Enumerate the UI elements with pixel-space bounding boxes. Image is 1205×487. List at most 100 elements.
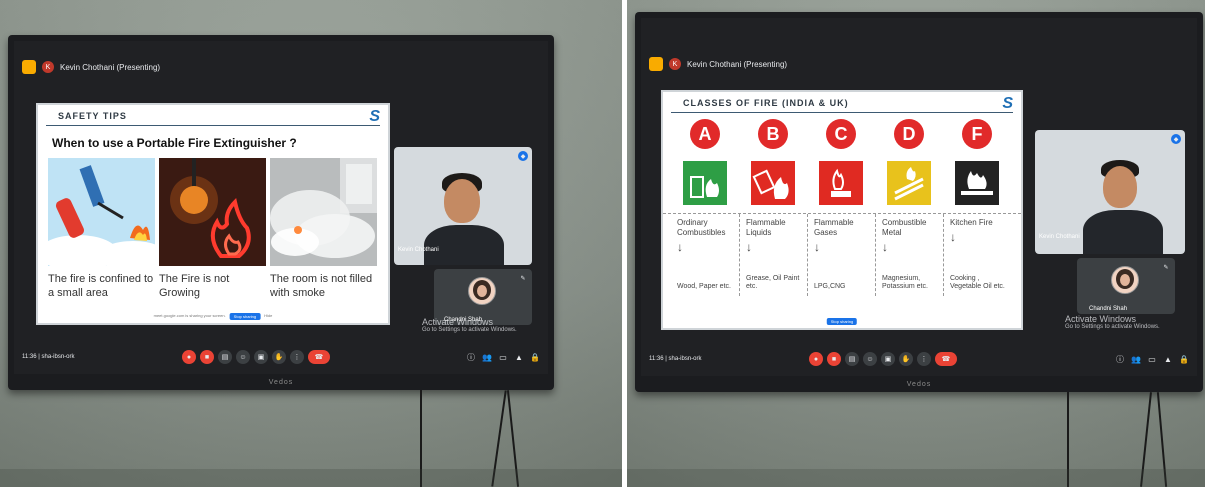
activate-windows-watermark: Activate Windows Go to Settings to activ… — [1065, 314, 1160, 330]
fire-class-row: A B C D F — [663, 113, 1021, 205]
stop-sharing-button[interactable]: Stop sharing — [229, 313, 261, 320]
fire-examples-d: Magnesium, Potassium etc. — [882, 274, 928, 291]
hang-up-icon[interactable]: ☎ — [308, 350, 330, 364]
more-options-icon[interactable]: ⋮ — [917, 352, 931, 366]
mic-toggle-icon[interactable]: ● — [182, 350, 196, 364]
pin-icon[interactable]: ◆ — [518, 151, 528, 161]
extinguisher-illustration-icon — [48, 158, 155, 266]
tips-row: The fire is confined to a small area The… — [38, 158, 388, 301]
fire-class-b: B — [739, 119, 807, 205]
speaker-name: Kevin Chothani — [1039, 234, 1080, 240]
chat-icon[interactable]: ▭ — [498, 352, 508, 362]
stop-sharing-button[interactable]: Stop sharing — [826, 318, 858, 325]
meet-app-icon — [22, 60, 36, 74]
presenter-label: Kevin Chothani (Presenting) — [687, 59, 788, 69]
down-arrow-icon: ↓ — [950, 230, 956, 244]
meeting-code: sha-ibsn-ork — [668, 356, 702, 362]
activate-windows-watermark: Activate Windows Go to Settings to activ… — [422, 317, 517, 333]
tv-screen: K Kevin Chothani (Presenting) SAFETY TIP… — [14, 41, 548, 374]
fire-letter-a: A — [690, 119, 720, 149]
metal-icon — [887, 161, 931, 205]
call-controls: ● ■ ▤ ☺ ▣ ✋ ⋮ ☎ — [182, 350, 330, 364]
more-options-icon[interactable]: ⋮ — [290, 350, 304, 364]
mic-toggle-icon[interactable]: ● — [809, 352, 823, 366]
fire-type-d: Combustible Metal — [882, 218, 927, 237]
self-avatar — [468, 277, 496, 305]
fire-type-b: Flammable Liquids — [746, 218, 786, 237]
info-icon[interactable]: ⓘ — [1115, 354, 1125, 364]
fire-examples-b: Grease, Oil Paint etc. — [746, 274, 800, 291]
activities-icon[interactable]: ▲ — [514, 352, 524, 362]
raise-hand-icon[interactable]: ✋ — [899, 352, 913, 366]
share-bar-text: meet.google.com is sharing your screen. — [153, 313, 226, 318]
activities-icon[interactable]: ▲ — [1163, 354, 1173, 364]
brand-logo-icon: S — [1002, 95, 1013, 112]
fire-neon-icon — [159, 158, 266, 266]
photo-left: K Kevin Chothani (Presenting) SAFETY TIP… — [0, 0, 622, 487]
fire-letter-c: C — [826, 119, 856, 149]
watermark-title: Activate Windows — [1065, 314, 1137, 324]
photo-right: K Kevin Chothani (Presenting) CLASSES OF… — [627, 0, 1205, 487]
chat-icon[interactable]: ▭ — [1147, 354, 1157, 364]
camera-toggle-icon[interactable]: ■ — [827, 352, 841, 366]
tip-3: The room is not filled with smoke — [270, 158, 377, 301]
fire-cell-c: Flammable Gases ↓ LPG,CNG — [807, 214, 875, 296]
raise-hand-icon[interactable]: ✋ — [272, 350, 286, 364]
self-name: Chandni Shah — [1089, 306, 1128, 312]
meeting-info: 11:36 | sha-ibsn-ork — [22, 354, 75, 360]
slide-subtitle: When to use a Portable Fire Extinguisher… — [52, 136, 297, 150]
presenter-label: Kevin Chothani (Presenting) — [60, 62, 161, 72]
share-bar: meet.google.com is sharing your screen. … — [153, 313, 272, 320]
meet-top-bar: K Kevin Chothani (Presenting) — [649, 54, 1189, 74]
emoji-icon[interactable]: ☺ — [863, 352, 877, 366]
slide-fire-classes: CLASSES OF FIRE (INDIA & UK) S A B C D F… — [661, 90, 1023, 330]
fire-class-a: A — [671, 119, 739, 205]
fire-cell-d: Combustible Metal ↓ Magnesium, Potassium… — [875, 214, 943, 296]
emoji-icon[interactable]: ☺ — [236, 350, 250, 364]
tip-1: The fire is confined to a small area — [48, 158, 155, 301]
host-controls-icon[interactable]: 🔒 — [530, 352, 540, 362]
hang-up-icon[interactable]: ☎ — [935, 352, 957, 366]
tv-frame: K Kevin Chothani (Presenting) CLASSES OF… — [635, 12, 1203, 392]
down-arrow-icon: ↓ — [746, 240, 752, 254]
fire-examples-c: LPG,CNG — [814, 283, 846, 291]
side-controls: ⓘ 👥 ▭ ▲ 🔒 — [466, 352, 540, 362]
fire-examples-f: Cooking , Vegetable Oil etc. — [950, 274, 1005, 291]
captions-icon[interactable]: ▤ — [218, 350, 232, 364]
meeting-time: 11:36 — [649, 356, 664, 362]
people-icon[interactable]: 👥 — [482, 352, 492, 362]
mic-off-icon[interactable]: ✎ — [1161, 262, 1171, 272]
fire-type-f: Kitchen Fire — [950, 218, 993, 227]
tip-2: The Fire is not Growing — [159, 158, 266, 301]
present-icon[interactable]: ▣ — [881, 352, 895, 366]
self-avatar — [1111, 266, 1139, 294]
host-controls-icon[interactable]: 🔒 — [1179, 354, 1189, 364]
meet-app-icon — [649, 57, 663, 71]
present-icon[interactable]: ▣ — [254, 350, 268, 364]
people-icon[interactable]: 👥 — [1131, 354, 1141, 364]
slide-safety-tips: SAFETY TIPS S When to use a Portable Fir… — [36, 103, 390, 325]
brand-logo-icon: S — [369, 108, 380, 125]
meeting-info: 11:36 | sha-ibsn-ork — [649, 356, 702, 362]
floor-area — [0, 469, 622, 487]
meeting-time: 11:36 — [22, 354, 37, 360]
fire-letter-b: B — [758, 119, 788, 149]
pin-icon[interactable]: ◆ — [1171, 134, 1181, 144]
hide-button[interactable]: Hide — [264, 313, 272, 320]
tip-1-text: The fire is confined to a small area — [48, 273, 154, 300]
floor-area — [627, 469, 1205, 487]
mic-off-icon[interactable]: ✎ — [518, 273, 528, 283]
tv-screen: K Kevin Chothani (Presenting) CLASSES OF… — [641, 18, 1197, 376]
self-tile: Chandni Shah ✎ — [1077, 258, 1175, 314]
info-icon[interactable]: ⓘ — [466, 352, 476, 362]
camera-toggle-icon[interactable]: ■ — [200, 350, 214, 364]
meet-bottom-bar: 11:36 | sha-ibsn-ork ● ■ ▤ ☺ ▣ ✋ ⋮ ☎ ⓘ 👥… — [22, 346, 540, 368]
kitchen-icon — [955, 161, 999, 205]
presenter-avatar: K — [42, 61, 54, 73]
fire-letter-d: D — [894, 119, 924, 149]
fire-class-f: F — [943, 119, 1011, 205]
fire-cell-f: Kitchen Fire ↓ Cooking , Vegetable Oil e… — [943, 214, 1011, 296]
captions-icon[interactable]: ▤ — [845, 352, 859, 366]
side-controls: ⓘ 👥 ▭ ▲ 🔒 — [1115, 354, 1189, 364]
down-arrow-icon: ↓ — [814, 240, 820, 254]
